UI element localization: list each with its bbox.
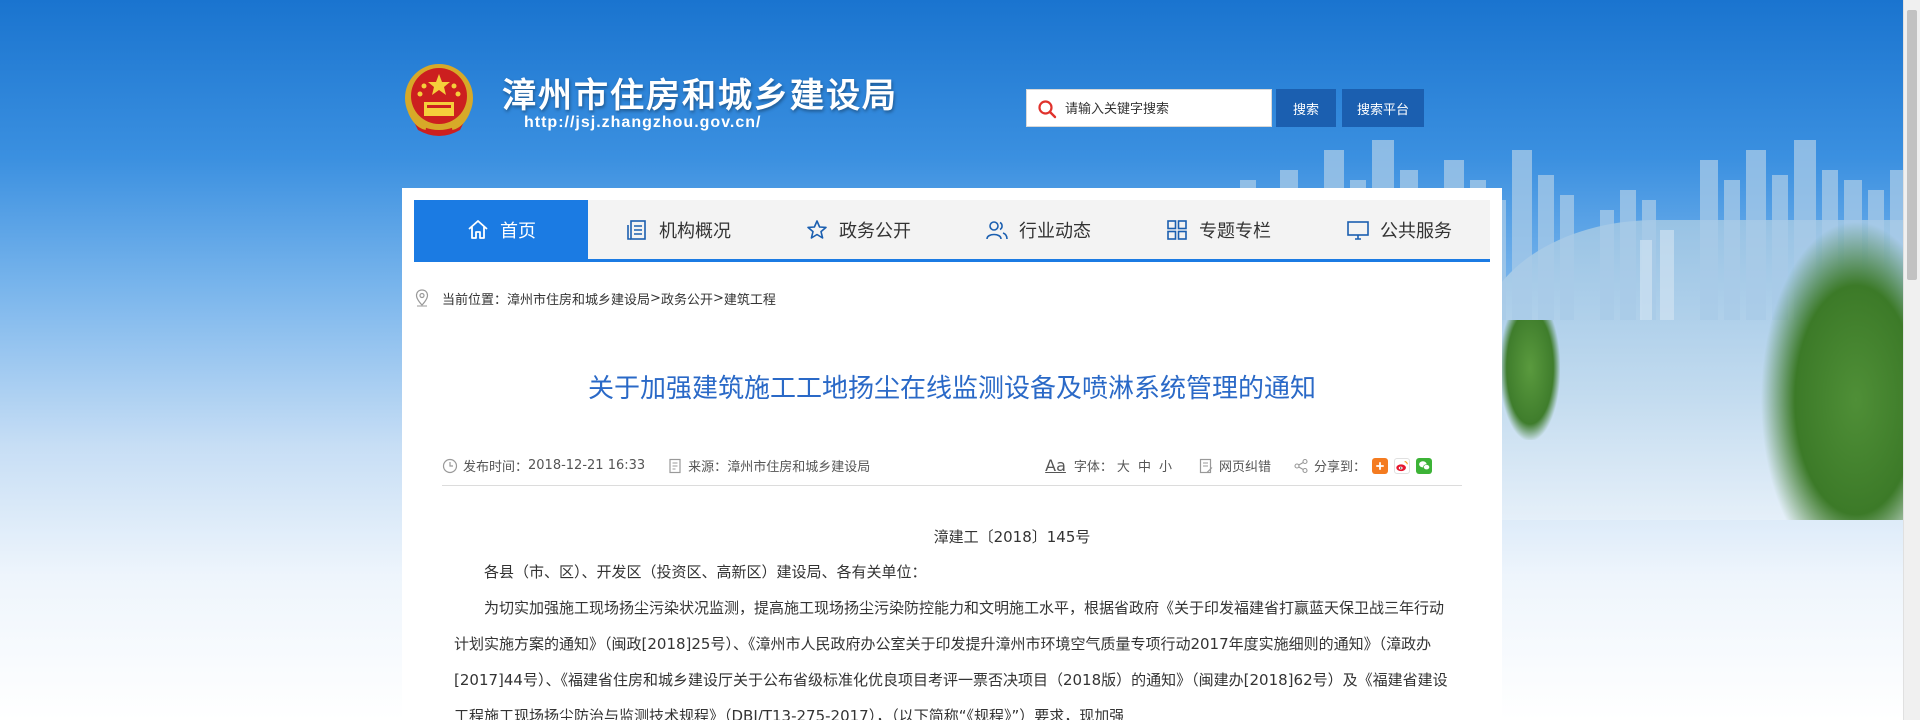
national-emblem-logo bbox=[405, 64, 473, 136]
nav-item-label: 首页 bbox=[500, 220, 536, 242]
share-icon bbox=[1294, 458, 1308, 473]
correction-icon bbox=[1199, 458, 1213, 473]
site-url: http://jsj.zhangzhou.gov.cn/ bbox=[524, 114, 762, 131]
page-correction[interactable]: 网页纠错 bbox=[1198, 456, 1271, 475]
tree-scenery bbox=[1760, 220, 1920, 520]
article-title: 关于加强建筑施工工地扬尘在线监测设备及喷淋系统管理的通知 bbox=[587, 374, 1316, 404]
nav-item-special-topics[interactable]: 专题专栏 bbox=[1128, 200, 1308, 259]
breadcrumb-separator: > bbox=[650, 290, 661, 306]
nav-item-gov-affairs[interactable]: 政务公开 bbox=[768, 200, 948, 259]
correction-label: 网页纠错 bbox=[1218, 460, 1271, 475]
nav-item-org-overview[interactable]: 机构概况 bbox=[588, 200, 768, 259]
search-platform-button[interactable]: 搜索平台 bbox=[1342, 89, 1424, 127]
source-document-icon bbox=[669, 458, 681, 473]
nav-item-label: 行业动态 bbox=[1019, 220, 1091, 242]
article-paragraph: 为切实加强施工现场扬尘污染状况监测，提高施工现场扬尘污染防控能力和文明施工水平，… bbox=[454, 599, 1448, 720]
article-source: 来源： 漳州市住房和城乡建设局 bbox=[667, 456, 870, 475]
breadcrumb-link-home[interactable]: 漳州市住房和城乡建设局 bbox=[507, 289, 650, 308]
publish-time: 发布时间： 2018-12-21 16:33 bbox=[442, 456, 645, 475]
article-salutation: 各县（市、区）、开发区（投资区、高新区）建设局、各有关单位： bbox=[484, 563, 927, 581]
font-size-controls: 字体： 大 中 小 bbox=[1074, 456, 1176, 475]
nav-item-public-services[interactable]: 公共服务 bbox=[1308, 200, 1490, 259]
breadcrumb-prefix: 当前位置： bbox=[442, 292, 508, 308]
publish-time-label: 发布时间： bbox=[463, 460, 529, 475]
home-icon bbox=[468, 219, 488, 239]
main-nav: 首页 机构概况 政务公开 行业动态 专题专栏 公共服务 bbox=[414, 200, 1490, 262]
font-size-large[interactable]: 大 bbox=[1117, 456, 1130, 475]
publish-time-value: 2018-12-21 16:33 bbox=[528, 458, 646, 473]
weibo-icon[interactable] bbox=[1394, 457, 1410, 474]
clock-icon bbox=[442, 458, 458, 473]
breadcrumb-link-gov-affairs[interactable]: 政务公开 bbox=[661, 289, 713, 308]
source-value: 漳州市住房和城乡建设局 bbox=[727, 460, 871, 475]
font-size-label: 字体： bbox=[1073, 460, 1113, 475]
site-title: 漳州市住房和城乡建设局 bbox=[502, 76, 898, 116]
nav-item-home[interactable]: 首页 bbox=[414, 200, 588, 259]
document-icon bbox=[627, 219, 646, 240]
share-more-icon[interactable] bbox=[1372, 457, 1388, 474]
breadcrumb: 当前位置： 漳州市住房和城乡建设局 > 政务公开 > 建筑工程 bbox=[414, 288, 776, 308]
location-pin-icon bbox=[415, 289, 429, 307]
nav-item-industry-news[interactable]: 行业动态 bbox=[948, 200, 1128, 259]
nav-item-label: 政务公开 bbox=[839, 220, 911, 242]
people-icon bbox=[986, 220, 1008, 239]
grid-icon bbox=[1167, 219, 1187, 240]
source-label: 来源： bbox=[688, 460, 728, 475]
font-size-icon: Aa bbox=[1045, 456, 1066, 475]
search-button[interactable]: 搜索 bbox=[1276, 89, 1336, 127]
font-size-medium[interactable]: 中 bbox=[1138, 456, 1151, 475]
monitor-icon bbox=[1347, 220, 1369, 240]
main-panel: 首页 机构概况 政务公开 行业动态 专题专栏 公共服务 当前位置： 漳州市住房和… bbox=[402, 188, 1502, 720]
nav-item-label: 机构概况 bbox=[659, 220, 731, 242]
scrollbar-thumb[interactable] bbox=[1907, 10, 1917, 280]
article-meta: 发布时间： 2018-12-21 16:33 来源： 漳州市住房和城乡建设局 A… bbox=[442, 456, 1462, 486]
nav-item-label: 专题专栏 bbox=[1199, 220, 1271, 242]
page-scrollbar[interactable] bbox=[1903, 0, 1920, 720]
star-icon bbox=[807, 219, 827, 239]
share-label: 分享到： bbox=[1313, 460, 1366, 475]
font-size-small[interactable]: 小 bbox=[1159, 456, 1172, 475]
search-icon[interactable] bbox=[1037, 99, 1057, 119]
share-bar: 分享到： bbox=[1293, 456, 1432, 475]
tree-scenery bbox=[1500, 320, 1560, 440]
search-box bbox=[1026, 89, 1272, 127]
breadcrumb-link-construction[interactable]: 建筑工程 bbox=[724, 289, 776, 308]
article-body: 各县（市、区）、开发区（投资区、高新区）建设局、各有关单位： 为切实加强施工现场… bbox=[454, 554, 1454, 720]
breadcrumb-separator: > bbox=[712, 290, 724, 306]
nav-item-label: 公共服务 bbox=[1380, 220, 1452, 242]
search-input[interactable] bbox=[1065, 98, 1265, 120]
document-number: 漳建工〔2018〕145号 bbox=[933, 528, 1091, 546]
wechat-icon[interactable] bbox=[1416, 457, 1432, 474]
